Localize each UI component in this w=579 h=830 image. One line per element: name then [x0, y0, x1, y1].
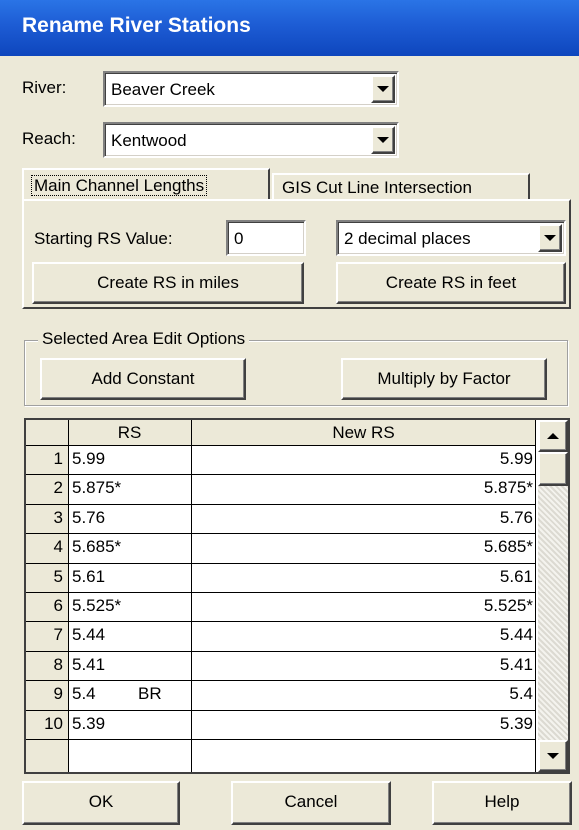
ok-label: OK	[88, 792, 114, 811]
edit-options-title: Selected Area Edit Options	[38, 329, 250, 349]
new-rs-column-header: New RS	[191, 420, 536, 446]
add-constant-button[interactable]: Add Constant	[40, 358, 246, 400]
table-row-number: 4	[53, 537, 63, 557]
table-row-number: 2	[53, 478, 63, 498]
river-dropdown-button[interactable]	[371, 75, 395, 103]
row-number-header	[26, 420, 68, 446]
starting-rs-label: Starting RS Value:	[34, 229, 173, 248]
rs-cell[interactable]: 5.76	[72, 505, 182, 532]
rs-cell[interactable]: 5.61	[72, 564, 182, 591]
chevron-down-icon	[377, 137, 389, 143]
rs-column-header: RS	[68, 420, 191, 446]
scroll-down-button[interactable]	[538, 740, 568, 772]
starting-rs-input[interactable]: 0	[226, 220, 306, 256]
reach-label: Reach:	[22, 129, 76, 148]
river-select-value: Beaver Creek	[111, 80, 215, 99]
tab-gis-cut-line-intersection-label: GIS Cut Line Intersection	[282, 178, 472, 197]
starting-rs-value: 0	[234, 229, 244, 248]
rs-table: RS New RS 1 5.99 5.99 2 5.875* 5.875* 3 5.76 5.76 4…	[24, 418, 570, 774]
rs-cell[interactable]: 5.99	[72, 446, 182, 473]
new-rs-cell[interactable]: 5.41	[194, 652, 533, 679]
create-rs-miles-label: Create RS in miles	[97, 273, 239, 292]
new-rs-cell[interactable]: 5.685*	[194, 534, 533, 561]
reach-select[interactable]: Kentwood	[103, 122, 399, 158]
reach-dropdown-button[interactable]	[371, 126, 395, 154]
tab-gis-cut-line-intersection[interactable]: GIS Cut Line Intersection	[272, 173, 530, 201]
window-title: Rename River Stations	[22, 14, 251, 37]
title-bar: Rename River Stations	[0, 0, 579, 56]
tab-main-channel-lengths[interactable]: Main Channel Lengths	[22, 168, 270, 200]
row-divider	[26, 739, 536, 740]
column-divider	[535, 420, 536, 772]
cancel-button[interactable]: Cancel	[231, 781, 391, 825]
rs-cell[interactable]: 5.875*	[72, 475, 182, 502]
table-row-number: 9	[53, 684, 63, 704]
new-rs-cell[interactable]: 5.4	[194, 681, 533, 708]
help-label: Help	[484, 792, 520, 811]
rs-cell[interactable]: 5.41	[72, 652, 182, 679]
chevron-down-icon	[377, 86, 389, 92]
new-rs-cell[interactable]: 5.44	[194, 622, 533, 649]
new-rs-cell[interactable]: 5.76	[194, 505, 533, 532]
river-select[interactable]: Beaver Creek	[103, 71, 399, 107]
new-rs-cell[interactable]: 5.39	[194, 711, 533, 738]
chevron-down-icon	[544, 235, 556, 241]
help-button[interactable]: Help	[432, 781, 572, 825]
decimal-places-dropdown-button[interactable]	[538, 224, 562, 252]
new-rs-cell[interactable]: 5.525*	[194, 593, 533, 620]
scroll-up-button[interactable]	[538, 420, 568, 452]
rs-tag-cell: BR	[138, 684, 162, 704]
decimal-places-value: 2 decimal places	[344, 229, 471, 248]
rs-table-body: RS New RS 1 5.99 5.99 2 5.875* 5.875* 3 5.76 5.76 4…	[26, 420, 536, 772]
add-constant-label: Add Constant	[91, 369, 195, 388]
multiply-factor-button[interactable]: Multiply by Factor	[341, 358, 547, 400]
create-rs-feet-label: Create RS in feet	[385, 273, 517, 292]
column-divider	[68, 420, 69, 772]
column-divider	[191, 420, 192, 772]
table-row-number: 1	[53, 449, 63, 468]
river-label: River:	[22, 78, 67, 97]
new-rs-cell[interactable]: 5.61	[194, 564, 533, 591]
rs-cell[interactable]: 5.39	[72, 711, 182, 738]
table-row-number: 6	[53, 596, 63, 615]
header-divider	[26, 445, 536, 446]
new-rs-cell[interactable]: 5.99	[194, 446, 533, 473]
create-rs-feet-button[interactable]: Create RS in feet	[336, 262, 566, 304]
rs-cell[interactable]: 5.525*	[72, 593, 182, 620]
rs-cell[interactable]: 5.685*	[72, 534, 182, 561]
scroll-down-arrow-icon	[547, 753, 559, 759]
rs-cell[interactable]: 5.44	[72, 622, 182, 649]
cancel-label: Cancel	[284, 792, 338, 811]
create-rs-miles-button[interactable]: Create RS in miles	[32, 262, 304, 304]
decimal-places-select[interactable]: 2 decimal places	[336, 220, 566, 256]
table-row-number: 7	[53, 625, 63, 645]
table-row-number: 3	[53, 507, 63, 527]
table-row-number: 10	[44, 713, 63, 733]
table-row-number: 8	[53, 654, 63, 674]
reach-select-value: Kentwood	[111, 131, 187, 150]
table-row-number: 5	[53, 566, 63, 586]
scroll-up-arrow-icon	[547, 433, 559, 439]
new-rs-cell[interactable]: 5.875*	[194, 475, 533, 502]
multiply-factor-label: Multiply by Factor	[377, 369, 511, 388]
scroll-thumb[interactable]	[538, 452, 568, 486]
tab-main-channel-lengths-label: Main Channel Lengths	[30, 175, 208, 196]
ok-button[interactable]: OK	[22, 781, 180, 825]
